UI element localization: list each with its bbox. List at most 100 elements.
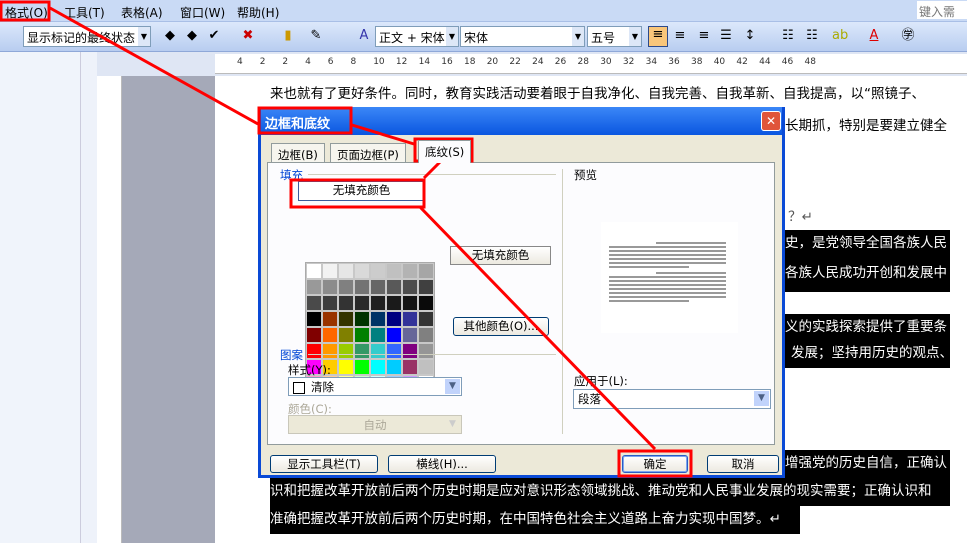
color-swatch[interactable]	[402, 295, 418, 311]
color-swatch[interactable]	[354, 279, 370, 295]
ok-button[interactable]: 确定	[622, 455, 688, 473]
align-center-icon[interactable]: ≡	[672, 28, 688, 44]
comment-icon[interactable]: ▮	[280, 28, 296, 44]
horizontal-line-button[interactable]: 横线(H)...	[388, 455, 496, 473]
color-swatch[interactable]	[402, 263, 418, 279]
color-swatch[interactable]	[354, 311, 370, 327]
color-swatch[interactable]	[370, 295, 386, 311]
page-margin	[122, 76, 215, 543]
color-swatch[interactable]	[322, 327, 338, 343]
color-swatch[interactable]	[354, 343, 370, 359]
markup-state-select[interactable]: 显示标记的最终状态 ▼	[23, 26, 151, 47]
highlight-icon[interactable]: ab	[832, 28, 848, 44]
help-search-input[interactable]: 键入需要	[917, 1, 967, 36]
color-swatch[interactable]	[386, 311, 402, 327]
color-swatch[interactable]	[418, 359, 434, 375]
next-change-icon[interactable]: ◆	[184, 28, 200, 44]
color-swatch[interactable]	[370, 343, 386, 359]
color-swatch[interactable]	[338, 279, 354, 295]
color-swatch[interactable]	[402, 359, 418, 375]
color-swatch[interactable]	[370, 327, 386, 343]
color-swatch[interactable]	[402, 279, 418, 295]
color-swatch[interactable]	[386, 279, 402, 295]
color-swatch[interactable]	[322, 311, 338, 327]
line-spacing-icon[interactable]: ↕	[742, 28, 758, 44]
color-swatch[interactable]	[322, 279, 338, 295]
color-swatch[interactable]	[306, 295, 322, 311]
font-select[interactable]: 宋体 ▼	[460, 26, 585, 47]
more-colors-button[interactable]: 其他颜色(O)...	[453, 317, 549, 336]
menu-table[interactable]: 表格(A)	[121, 4, 163, 21]
previous-change-icon[interactable]: ◆	[162, 28, 178, 44]
horizontal-ruler[interactable]: 4 2 2 4 6 8 10 12 14 16 18 20 22 24 26 28 30 32 34 36 38 40 42…	[215, 54, 967, 74]
scrollbar[interactable]	[80, 52, 97, 543]
color-swatch[interactable]	[370, 279, 386, 295]
reject-change-icon[interactable]: ✖	[240, 28, 256, 44]
tab-page-border[interactable]: 页面边框(P)	[330, 143, 406, 163]
track-changes-icon[interactable]: ✎	[308, 28, 324, 44]
show-toolbar-button[interactable]: 显示工具栏(T)	[270, 455, 378, 473]
color-swatch[interactable]	[386, 343, 402, 359]
align-justify-icon[interactable]: ≡	[648, 26, 668, 47]
color-swatch[interactable]	[306, 311, 322, 327]
numbering-icon[interactable]: ☷	[780, 28, 796, 44]
color-swatch[interactable]	[418, 263, 434, 279]
color-swatch[interactable]	[338, 343, 354, 359]
color-swatch[interactable]	[322, 343, 338, 359]
color-swatch[interactable]	[418, 279, 434, 295]
color-swatch[interactable]	[402, 311, 418, 327]
tab-shading[interactable]: 底纹(S)	[418, 140, 472, 163]
color-swatch[interactable]	[418, 295, 434, 311]
cancel-button[interactable]: 取消	[707, 455, 779, 473]
menu-help[interactable]: 帮助(H)	[237, 4, 279, 21]
font-color-icon[interactable]: A	[866, 28, 882, 44]
color-swatch[interactable]	[402, 327, 418, 343]
color-swatch[interactable]	[354, 295, 370, 311]
color-swatch[interactable]	[338, 263, 354, 279]
color-swatch[interactable]	[306, 263, 322, 279]
bullets-icon[interactable]: ☷	[804, 28, 820, 44]
color-swatch[interactable]	[370, 263, 386, 279]
ruler-tick: 6	[327, 57, 334, 67]
accept-change-icon[interactable]: ✔	[206, 28, 222, 44]
color-swatch[interactable]	[370, 311, 386, 327]
menu-tools[interactable]: 工具(T)	[64, 4, 105, 21]
color-swatch[interactable]	[306, 343, 322, 359]
tab-borders[interactable]: 边框(B)	[271, 143, 325, 163]
menu-window[interactable]: 窗口(W)	[180, 4, 225, 21]
menu-format[interactable]: 格式(O)	[5, 4, 48, 21]
color-swatch[interactable]	[338, 327, 354, 343]
chevron-down-icon: ▼	[754, 391, 769, 406]
close-icon[interactable]: ✕	[761, 111, 781, 131]
distributed-icon[interactable]: ☰	[718, 28, 734, 44]
char-border-icon[interactable]: ㊫	[900, 28, 916, 44]
apply-to-select[interactable]: 段落 ▼	[573, 389, 771, 409]
color-swatch[interactable]	[354, 327, 370, 343]
highlighted-line: 史，是党领导全国各族人民	[785, 230, 950, 260]
color-swatch[interactable]	[354, 263, 370, 279]
pattern-color-select[interactable]: 自动 ▼	[288, 415, 462, 434]
color-swatch[interactable]	[322, 263, 338, 279]
color-swatch[interactable]	[418, 343, 434, 359]
color-swatch[interactable]	[402, 343, 418, 359]
color-swatch[interactable]	[338, 311, 354, 327]
no-fill-button[interactable]: 无填充颜色	[298, 181, 425, 201]
color-swatch[interactable]	[386, 327, 402, 343]
color-swatch[interactable]	[418, 311, 434, 327]
color-swatch[interactable]	[354, 359, 370, 375]
color-swatch[interactable]	[322, 295, 338, 311]
styles-icon[interactable]: A	[356, 28, 372, 44]
color-swatch[interactable]	[338, 359, 354, 375]
color-swatch[interactable]	[306, 327, 322, 343]
font-size-select[interactable]: 五号 ▼	[587, 26, 642, 47]
color-swatch[interactable]	[418, 327, 434, 343]
align-right-icon[interactable]: ≡	[696, 28, 712, 44]
color-swatch[interactable]	[386, 263, 402, 279]
color-swatch[interactable]	[370, 359, 386, 375]
color-swatch[interactable]	[386, 359, 402, 375]
style-select[interactable]: 正文 + 宋体 ▼	[375, 26, 459, 47]
pattern-style-select[interactable]: 清除 ▼	[288, 377, 462, 396]
color-swatch[interactable]	[306, 279, 322, 295]
color-swatch[interactable]	[386, 295, 402, 311]
color-swatch[interactable]	[338, 295, 354, 311]
